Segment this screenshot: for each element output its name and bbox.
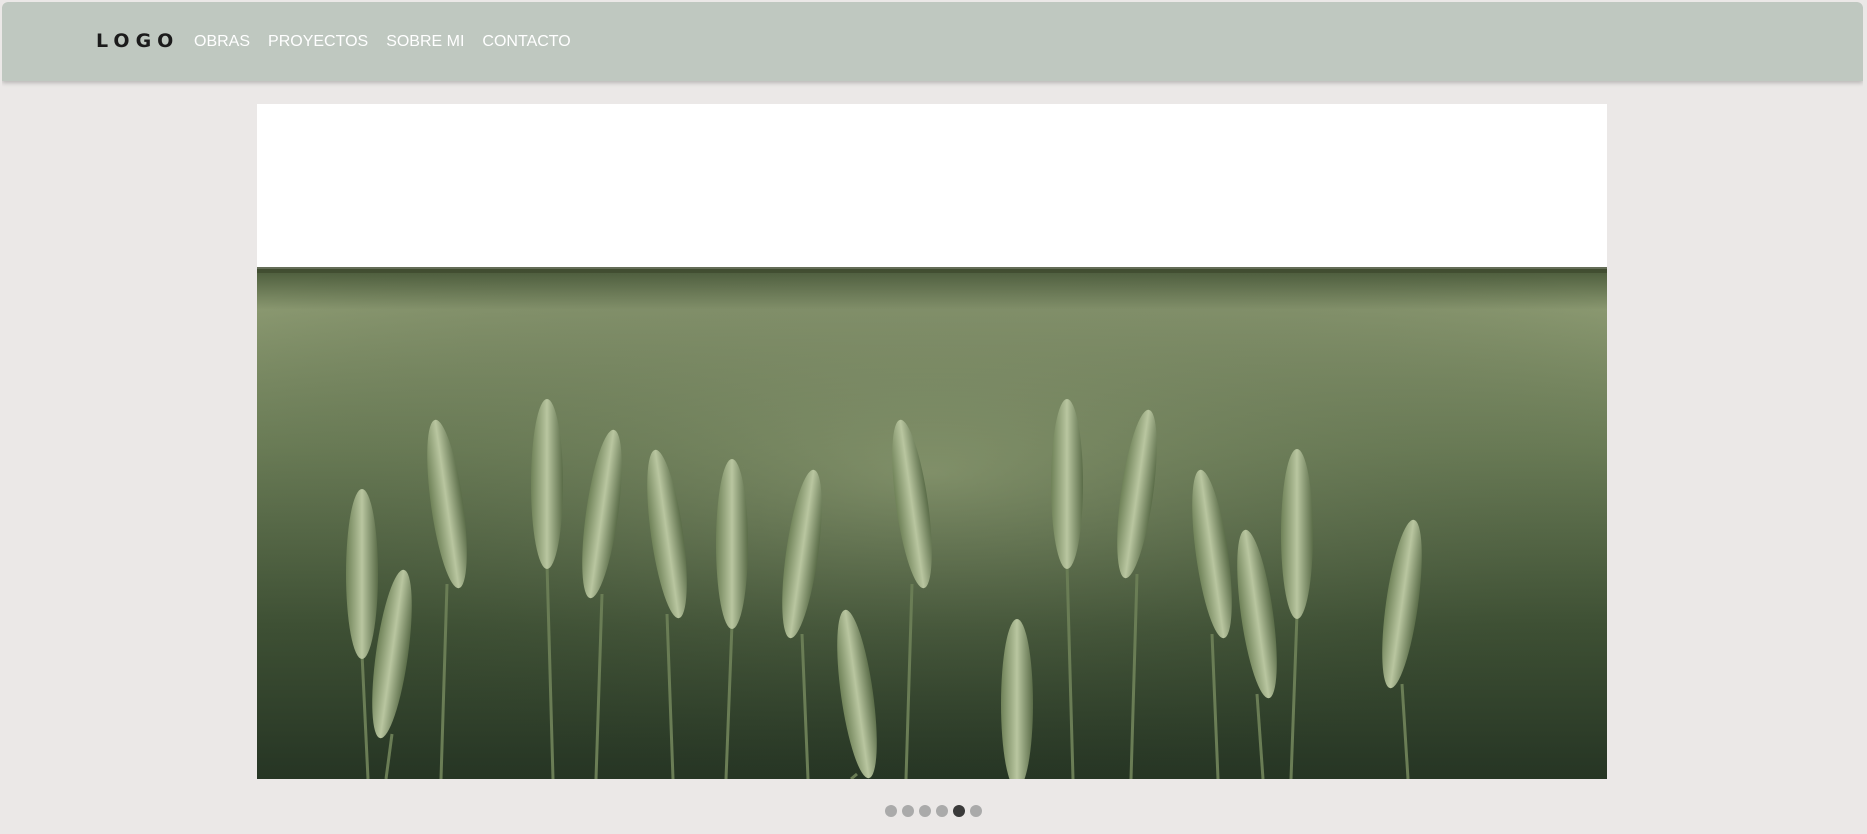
- page-frame: LOGO OBRAS PROYECTOS SOBRE MI CONTACTO: [2, 2, 1863, 832]
- nav-link-proyectos[interactable]: PROYECTOS: [268, 33, 368, 51]
- navbar: LOGO OBRAS PROYECTOS SOBRE MI CONTACTO: [2, 2, 1863, 81]
- slider-dot-1[interactable]: [885, 805, 897, 817]
- slider-dots: [885, 805, 982, 817]
- nav-links: OBRAS PROYECTOS SOBRE MI CONTACTO: [194, 33, 571, 51]
- slider-dot-2[interactable]: [902, 805, 914, 817]
- image-slider[interactable]: [257, 104, 1607, 779]
- nav-link-obras[interactable]: OBRAS: [194, 33, 250, 51]
- slider-dot-3[interactable]: [919, 805, 931, 817]
- logo[interactable]: LOGO: [96, 30, 179, 52]
- slider-dot-4[interactable]: [936, 805, 948, 817]
- slider-dot-5[interactable]: [953, 805, 965, 817]
- nav-link-sobre-mi[interactable]: SOBRE MI: [386, 33, 464, 51]
- slider-dot-6[interactable]: [970, 805, 982, 817]
- nav-link-contacto[interactable]: CONTACTO: [482, 33, 570, 51]
- slide-image-wheat-field: [257, 104, 1607, 779]
